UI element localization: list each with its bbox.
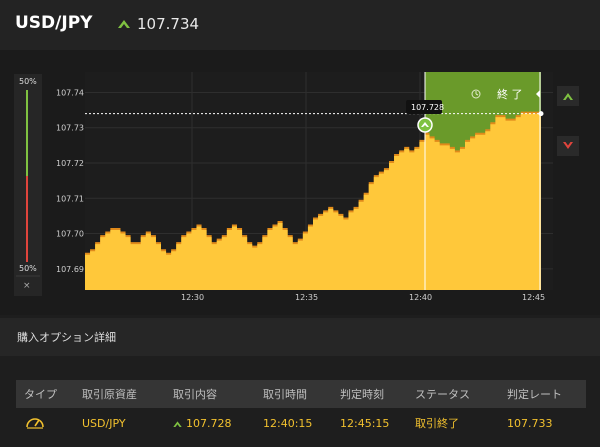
col-header-status: ステータス (407, 380, 499, 408)
current-rate: 107.734 (137, 15, 200, 33)
judge-rate-cell: 107.733 (499, 408, 586, 438)
x-tick-label: 12:40 (409, 293, 432, 302)
col-header-judge-rate: 判定レート (499, 380, 586, 408)
trade-table-wrap: タイプ 取引原資産 取引内容 取引時間 判定時刻 ステータス 判定レート USD… (16, 380, 586, 438)
col-header-content: 取引内容 (165, 380, 255, 408)
content-value: 107.728 (186, 416, 232, 430)
y-tick-label: 107.70 (56, 230, 84, 239)
up-arrow-icon (118, 20, 130, 28)
y-axis: 107.74 107.73 107.72 107.71 107.70 107.69 (56, 88, 84, 273)
sentiment-bottom-label: 50% (19, 264, 37, 273)
judge-time-cell: 12:45:15 (332, 408, 407, 438)
content-cell: 107.728 (165, 408, 255, 438)
chart-panel: 50% 50% × 107.74 107.73 107.72 107.71 107.70… (0, 50, 600, 315)
details-header: 購入オプション詳細 (0, 318, 600, 356)
col-header-type: タイプ (16, 380, 74, 408)
x-axis: 12:30 12:35 12:40 12:45 (181, 293, 545, 302)
sentiment-low-bar (26, 176, 28, 262)
pair-title: USD/JPY (15, 13, 93, 33)
status-cell: 取引終了 (407, 408, 499, 438)
y-tick-label: 107.71 (56, 194, 84, 203)
x-tick-label: 12:35 (295, 293, 318, 302)
table-row[interactable]: USD/JPY 107.728 12:40:15 12:45:15 取引終了 1… (16, 408, 586, 438)
col-header-asset: 取引原資産 (74, 380, 165, 408)
asset-cell: USD/JPY (74, 408, 165, 438)
high-button[interactable] (557, 86, 579, 106)
details-title: 購入オプション詳細 (17, 331, 116, 344)
end-label: 終 了 (497, 87, 523, 101)
col-header-trade-time: 取引時間 (255, 380, 332, 408)
x-tick-label: 12:30 (181, 293, 204, 302)
low-button[interactable] (557, 136, 579, 156)
sentiment-high-bar (26, 90, 28, 176)
col-header-judge-time: 判定時刻 (332, 380, 407, 408)
gauge-icon (26, 417, 44, 429)
y-tick-label: 107.69 (56, 265, 84, 274)
header-bar: USD/JPY 107.734 (0, 0, 600, 50)
trade-table: タイプ 取引原資産 取引内容 取引時間 判定時刻 ステータス 判定レート USD… (16, 380, 586, 438)
x-tick-label: 12:45 (522, 293, 545, 302)
y-tick-label: 107.74 (56, 88, 84, 97)
close-sentiment-icon[interactable]: × (23, 281, 31, 291)
type-cell (16, 408, 74, 438)
table-header-row: タイプ 取引原資産 取引内容 取引時間 判定時刻 ステータス 判定レート (16, 380, 586, 408)
rate-chart: 50% 50% × 107.74 107.73 107.72 107.71 107.70… (14, 72, 579, 302)
y-tick-label: 107.72 (56, 159, 84, 168)
sentiment-top-label: 50% (19, 77, 37, 86)
entry-tooltip-text: 107.728 (411, 103, 444, 112)
current-rate-dot (538, 111, 544, 117)
y-tick-label: 107.73 (56, 124, 84, 133)
up-arrow-icon (173, 421, 182, 427)
trade-time-cell: 12:40:15 (255, 408, 332, 438)
